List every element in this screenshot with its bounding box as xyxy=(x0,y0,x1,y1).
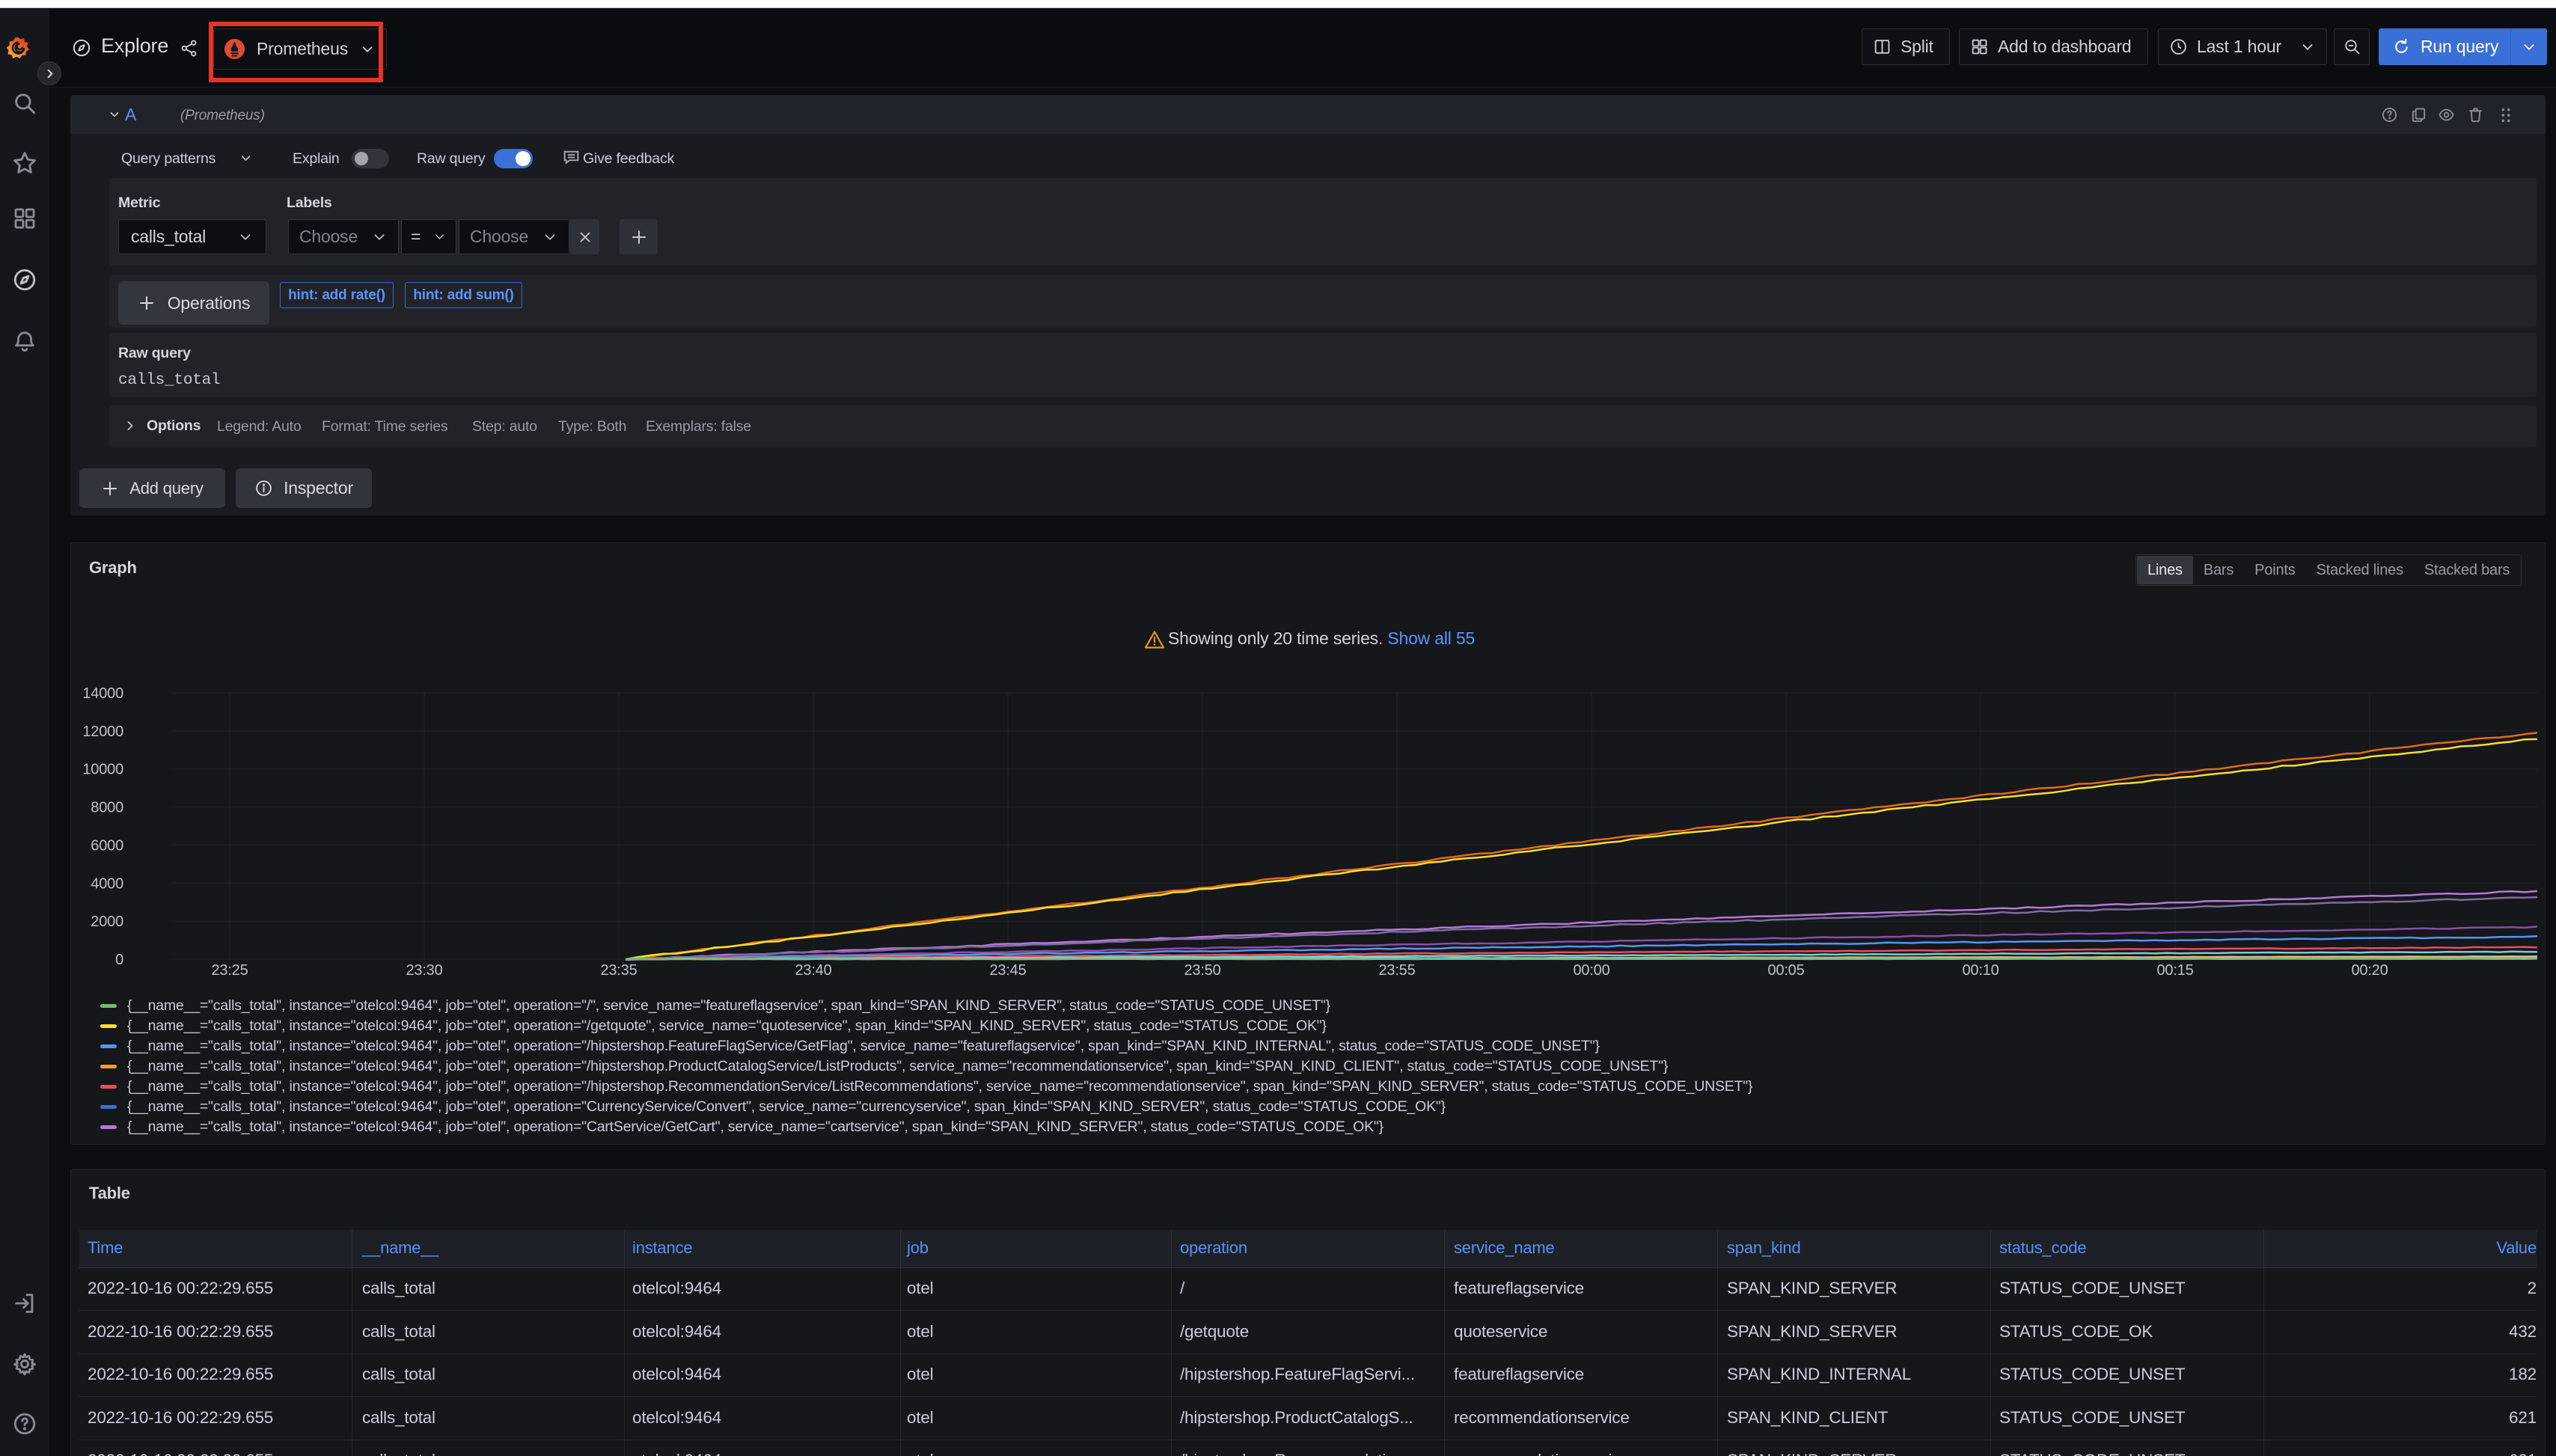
svg-text:23:25: 23:25 xyxy=(211,962,248,979)
svg-text:23:35: 23:35 xyxy=(600,962,637,979)
svg-text:00:20: 00:20 xyxy=(2351,962,2388,979)
svg-text:4000: 4000 xyxy=(91,875,123,892)
svg-text:10000: 10000 xyxy=(82,762,123,778)
svg-text:00:15: 00:15 xyxy=(2156,962,2193,979)
svg-text:23:45: 23:45 xyxy=(989,962,1026,979)
svg-text:14000: 14000 xyxy=(82,685,123,702)
svg-text:8000: 8000 xyxy=(91,800,123,816)
svg-text:00:00: 00:00 xyxy=(1573,962,1609,979)
svg-text:23:40: 23:40 xyxy=(795,962,831,979)
svg-text:00:05: 00:05 xyxy=(1767,962,1804,979)
svg-text:6000: 6000 xyxy=(91,837,123,854)
svg-text:12000: 12000 xyxy=(82,724,123,740)
svg-text:23:30: 23:30 xyxy=(406,962,442,979)
svg-text:00:10: 00:10 xyxy=(1962,962,1999,979)
svg-text:2000: 2000 xyxy=(91,914,123,930)
svg-text:0: 0 xyxy=(115,952,123,968)
svg-text:23:55: 23:55 xyxy=(1378,962,1415,979)
svg-text:23:50: 23:50 xyxy=(1184,962,1220,979)
